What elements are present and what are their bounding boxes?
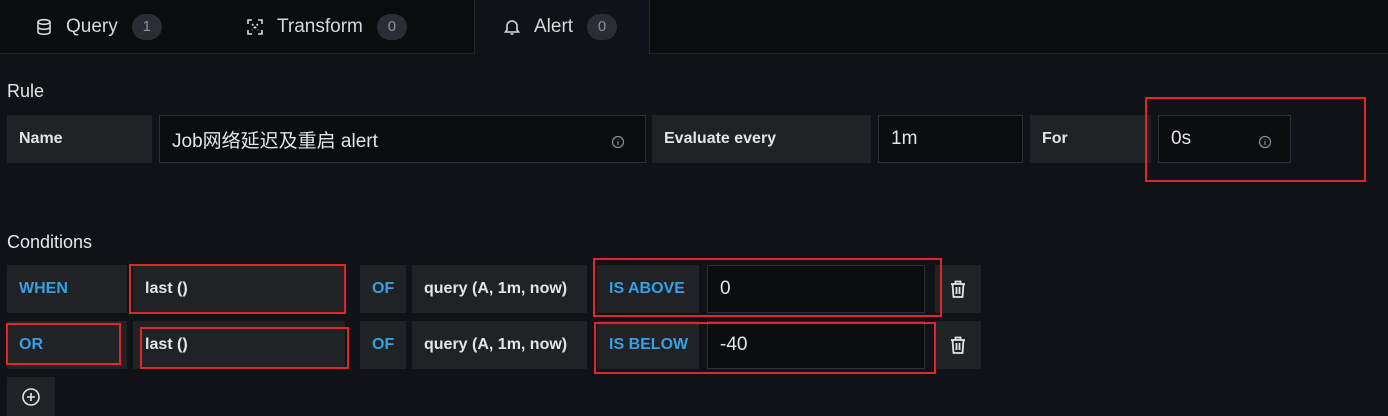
transform-icon xyxy=(245,17,265,37)
condition-threshold-input[interactable]: -40 xyxy=(707,321,925,369)
tab-alert-label: Alert xyxy=(534,16,574,37)
delete-condition-button[interactable] xyxy=(935,265,981,313)
condition-of-label: OF xyxy=(360,321,406,369)
rule-section-title: Rule xyxy=(7,81,45,101)
condition-threshold-value: 0 xyxy=(720,278,731,299)
condition-query[interactable]: query (A, 1m, now) xyxy=(412,265,587,313)
for-value: 0s xyxy=(1171,128,1192,149)
bell-icon xyxy=(502,17,522,37)
for-input[interactable]: 0s xyxy=(1158,115,1291,163)
trash-icon xyxy=(951,336,965,354)
info-icon[interactable] xyxy=(611,133,625,149)
for-label: For xyxy=(1030,115,1151,163)
tab-transform[interactable]: Transform 0 xyxy=(245,0,407,53)
tab-query[interactable]: Query 1 xyxy=(34,0,162,53)
evaluate-every-value: 1m xyxy=(891,128,918,149)
rule-name-input[interactable]: Job网络延迟及重启 alert xyxy=(159,115,646,163)
condition-query[interactable]: query (A, 1m, now) xyxy=(412,321,587,369)
evaluate-every-label: Evaluate every xyxy=(652,115,871,163)
tab-alert-count: 0 xyxy=(587,14,618,40)
database-icon xyxy=(34,17,54,37)
tab-transform-label: Transform xyxy=(277,15,363,37)
condition-operator-or[interactable]: OR xyxy=(7,321,127,369)
condition-evaluator[interactable]: IS ABOVE xyxy=(597,265,699,313)
delete-condition-button[interactable] xyxy=(935,321,981,369)
condition-of-label: OF xyxy=(360,265,406,313)
condition-operator-when[interactable]: WHEN xyxy=(7,265,127,313)
plus-circle-icon xyxy=(22,387,40,406)
tab-query-count: 1 xyxy=(131,13,162,40)
condition-evaluator[interactable]: IS BELOW xyxy=(597,321,699,369)
evaluate-every-input[interactable]: 1m xyxy=(878,115,1023,163)
trash-icon xyxy=(951,280,965,298)
condition-threshold-value: -40 xyxy=(720,334,748,355)
tab-alert[interactable]: Alert 0 xyxy=(474,0,650,54)
condition-threshold-input[interactable]: 0 xyxy=(707,265,925,313)
tab-query-label: Query xyxy=(66,15,118,37)
query-editor-tabbar: Query 1 Transform 0 Alert 0 xyxy=(0,0,1388,54)
rule-name-label: Name xyxy=(7,115,152,163)
condition-reducer[interactable]: last () xyxy=(133,321,345,369)
conditions-section-title: Conditions xyxy=(7,232,93,252)
tab-transform-count: 0 xyxy=(376,13,407,40)
rule-name-value: Job网络延迟及重启 alert xyxy=(172,130,378,152)
condition-reducer[interactable]: last () xyxy=(133,265,345,313)
info-icon[interactable] xyxy=(1258,133,1272,149)
add-condition-button[interactable] xyxy=(7,377,55,416)
